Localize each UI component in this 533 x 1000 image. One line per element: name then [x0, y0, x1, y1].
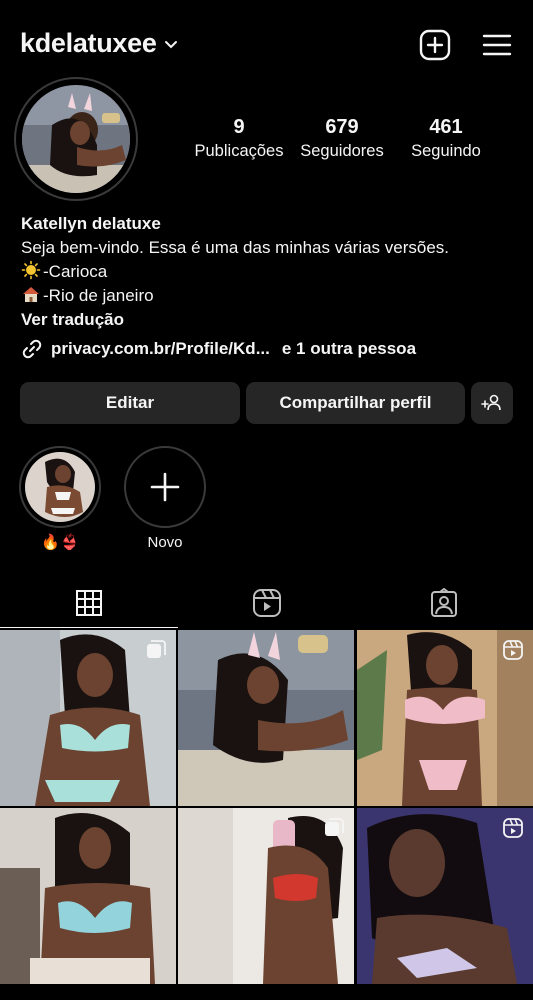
following-count[interactable]: 461 Seguindo: [402, 116, 490, 164]
tagged-icon: [431, 588, 457, 617]
house-emoji-icon: [23, 287, 39, 302]
post-thumbnail-3[interactable]: [357, 630, 533, 806]
add-user-icon: [481, 394, 501, 411]
plus-icon: [150, 472, 180, 502]
chevron-down-icon: [164, 40, 177, 48]
link-icon: [22, 339, 42, 359]
see-translation-link[interactable]: Ver tradução: [21, 308, 521, 332]
display-name: Katellyn delatuxe: [21, 214, 161, 233]
discover-people-button[interactable]: [471, 382, 513, 424]
new-post-icon[interactable]: [418, 28, 452, 62]
reel-badge-icon: [503, 818, 523, 838]
share-profile-button[interactable]: Compartilhar perfil: [246, 382, 465, 424]
profile-avatar[interactable]: [22, 85, 130, 193]
bio-line-location: -Rio de janeiro: [21, 284, 521, 308]
new-highlight-caption: Novo: [147, 534, 183, 551]
new-highlight-button[interactable]: Novo: [123, 446, 207, 552]
username: kdelatuxee: [20, 28, 157, 58]
link-others: e 1 outra pessoa: [281, 339, 417, 358]
tab-reels[interactable]: [178, 578, 356, 628]
reels-icon: [253, 589, 281, 617]
bio-location-text: -Rio de janeiro: [43, 286, 154, 305]
new-highlight-ring: [124, 446, 206, 528]
highlight-caption: 🔥👙: [41, 534, 79, 551]
post-thumbnail-5[interactable]: [178, 808, 354, 984]
edit-profile-button[interactable]: Editar: [20, 382, 240, 424]
bio-link[interactable]: privacy.com.br/Profile/Kd... e 1 outra p…: [21, 338, 416, 360]
tab-tagged[interactable]: [355, 578, 533, 628]
followers-count[interactable]: 679 Seguidores: [294, 116, 390, 164]
carousel-badge-icon: [325, 818, 344, 836]
post-thumbnail-6[interactable]: [357, 808, 533, 984]
posts-count[interactable]: 9 Publicações: [190, 116, 288, 164]
menu-icon[interactable]: [480, 28, 514, 62]
highlight-story[interactable]: 🔥👙: [18, 446, 102, 552]
post-thumbnail-2[interactable]: [178, 630, 354, 806]
bio-carioca-text: -Carioca: [43, 262, 108, 281]
username-switcher[interactable]: kdelatuxee: [20, 28, 179, 59]
followers-value: 679: [325, 116, 359, 138]
link-url: privacy.com.br/Profile/Kd...: [51, 339, 270, 358]
bio-line-welcome: Seja bem-vindo. Essa é uma das minhas vá…: [21, 238, 450, 257]
sun-emoji-icon: [21, 260, 41, 280]
posts-value: 9: [233, 116, 245, 138]
top-bar: kdelatuxee: [0, 22, 533, 68]
reel-badge-icon: [503, 640, 523, 660]
highlight-thumbnail: [25, 452, 95, 522]
post-thumbnail-1[interactable]: [0, 630, 176, 806]
carousel-badge-icon: [147, 640, 166, 658]
posts-label: Publicações: [194, 142, 284, 160]
post-thumbnail-4[interactable]: [0, 808, 176, 984]
profile-tabs: [0, 578, 533, 628]
following-label: Seguindo: [411, 142, 481, 160]
profile-bio: Katellyn delatuxe Seja bem-vindo. Essa é…: [21, 212, 521, 332]
bio-line-carioca: -Carioca: [21, 260, 521, 284]
following-value: 461: [429, 116, 463, 138]
followers-label: Seguidores: [300, 142, 384, 160]
grid-icon: [76, 589, 102, 616]
highlight-ring: [19, 446, 101, 528]
posts-grid: [0, 630, 533, 1000]
tab-posts[interactable]: [0, 578, 178, 628]
